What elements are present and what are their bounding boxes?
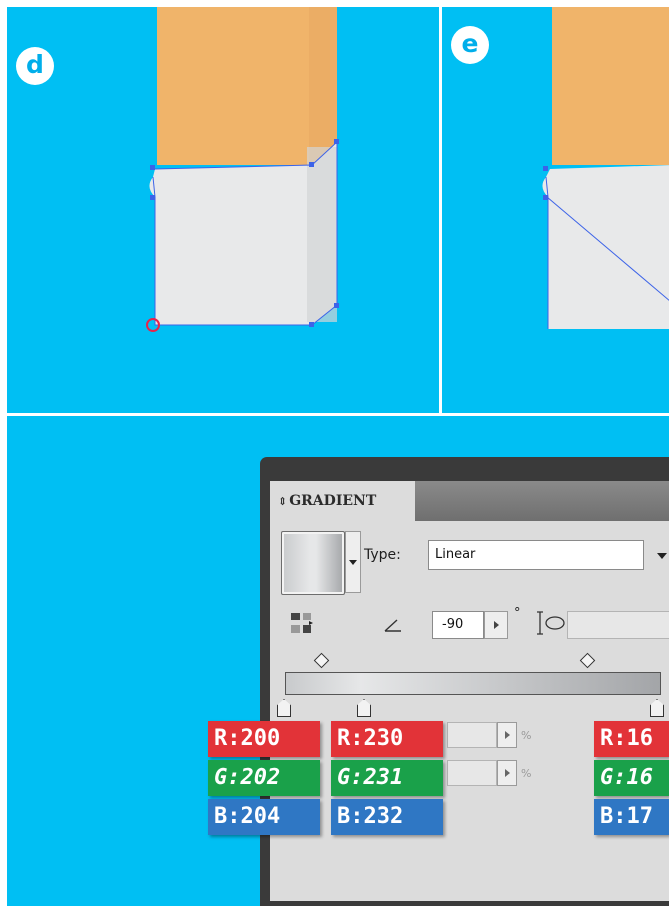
dropdown-arrow-icon (349, 560, 357, 565)
chevron-right-icon (494, 621, 499, 629)
stop-1-blue-tag: B:204 (208, 799, 320, 835)
collapse-arrows-icon[interactable]: ⇕ (278, 495, 287, 508)
stop-2-blue-tag: B:232 (331, 799, 443, 835)
stop-1-red-tag: R:200 (208, 721, 320, 757)
anchor-point (543, 195, 548, 200)
shape-body-shade (307, 147, 337, 322)
stop-2-red-tag: R:230 (331, 721, 443, 757)
location-stepper[interactable] (497, 760, 517, 786)
type-label: Type: (364, 547, 401, 563)
anchor-point (309, 322, 314, 327)
opacity-input[interactable] (447, 722, 497, 748)
step-d-illustration (146, 7, 339, 332)
angle-input[interactable]: -90 (432, 611, 484, 639)
stop-3-green-tag: G:16 (594, 760, 669, 796)
anchor-point (334, 139, 339, 144)
panel-title: GRADIENT (289, 493, 377, 509)
angle-icon (384, 619, 401, 632)
anchor-point (150, 165, 155, 170)
step-e-illustration (542, 7, 669, 329)
anchor-point (543, 166, 548, 171)
angle-stepper[interactable] (484, 611, 508, 639)
opacity-stepper[interactable] (497, 722, 517, 748)
gradient-panel-frame: ⇕ GRADIENT Type: Linear -90 ° % % R:200 … (7, 416, 669, 906)
aspect-ratio-icon (537, 611, 565, 635)
anchor-point (334, 303, 339, 308)
gradient-ramp[interactable] (285, 672, 661, 695)
reverse-gradient-icon[interactable] (289, 611, 317, 639)
stop-1-green-tag: G:202 (208, 760, 320, 796)
location-percent-label: % (521, 767, 532, 780)
chevron-right-icon (505, 769, 510, 777)
shape-top-rect (552, 7, 669, 165)
degree-symbol: ° (514, 606, 521, 621)
anchor-point (150, 195, 155, 200)
stop-3-blue-tag: B:17 (594, 799, 669, 835)
dropdown-arrow-icon (657, 553, 667, 559)
stop-2-green-tag: G:231 (331, 760, 443, 796)
aspect-ratio-input[interactable] (567, 611, 669, 639)
step-d-panel: d (7, 7, 439, 413)
shape-top-shade (309, 7, 337, 165)
type-select-arrow[interactable] (652, 540, 669, 570)
gradient-preset-dropdown[interactable] (345, 531, 361, 593)
gradient-preview-swatch[interactable] (281, 531, 345, 595)
chevron-right-icon (505, 731, 510, 739)
tab-gradient[interactable]: ⇕ GRADIENT (270, 481, 415, 521)
step-e-panel: e (442, 7, 669, 413)
stop-3-red-tag: R:16 (594, 721, 669, 757)
location-input[interactable] (447, 760, 497, 786)
opacity-percent-label: % (521, 729, 532, 742)
anchor-point (309, 162, 314, 167)
type-select[interactable]: Linear (428, 540, 644, 570)
